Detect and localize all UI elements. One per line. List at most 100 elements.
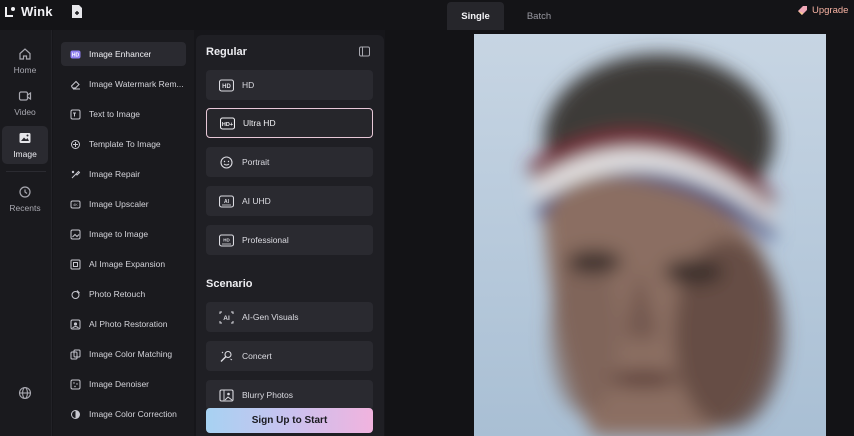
option-ai-uhd[interactable]: AI AI UHD [206, 186, 373, 216]
tool-label: Image Repair [89, 169, 141, 179]
tool-image-color-matching[interactable]: Image Color Matching [61, 342, 186, 366]
nav-item-recents[interactable]: Recents [2, 180, 48, 218]
expand-icon [70, 259, 81, 269]
concert-icon [220, 350, 233, 362]
option-ai-gen-visuals[interactable]: AI AI-Gen Visuals [206, 302, 373, 332]
tab-single[interactable]: Single [447, 2, 504, 30]
color-match-icon [70, 349, 81, 359]
upgrade-button[interactable]: Upgrade [797, 5, 848, 16]
tool-label: Image Color Correction [89, 409, 177, 419]
svg-text:HD: HD [72, 52, 80, 58]
template-icon [71, 139, 80, 149]
nav-rail: Home Video Image Recents [0, 30, 52, 436]
ai-badge-icon: AI [219, 194, 234, 208]
section-title-regular: Regular [206, 46, 247, 58]
collapse-panel-icon[interactable] [359, 46, 370, 57]
tool-image-to-image[interactable]: Image to Image [61, 222, 186, 246]
preview-image[interactable] [474, 34, 826, 436]
app-name: Wink [21, 4, 53, 19]
file-icon[interactable] [70, 4, 84, 20]
nav-item-image[interactable]: Image [2, 126, 48, 164]
tool-ai-photo-restoration[interactable]: AI Photo Restoration [61, 312, 186, 336]
nav-label-video: Video [14, 107, 36, 117]
option-label: AI-Gen Visuals [242, 312, 299, 322]
upgrade-label: Upgrade [812, 5, 849, 16]
nav-label-recents: Recents [9, 203, 41, 213]
upscale-icon: 4K [70, 200, 81, 208]
section-title-scenario: Scenario [206, 278, 253, 290]
text-image-icon [70, 109, 81, 119]
option-label: Ultra HD [243, 118, 276, 128]
tool-image-repair[interactable]: Image Repair [61, 162, 186, 186]
color-correct-icon [71, 409, 80, 419]
pro-badge-icon: HD [219, 233, 234, 247]
ai-visuals-icon: AI [219, 311, 234, 323]
tab-batch[interactable]: Batch [504, 2, 574, 30]
repair-icon [71, 170, 81, 178]
option-label: Concert [242, 351, 272, 361]
hd-plus-icon: HD+ [220, 116, 235, 130]
top-bar: Wink Single Batch Upgrade [0, 0, 854, 30]
tool-label: Image Watermark Rem... [89, 79, 184, 89]
nav-label-image: Image [13, 149, 37, 159]
tool-label: Image Denoiser [89, 379, 150, 389]
nav-item-video[interactable]: Video [2, 84, 48, 122]
tool-label: Photo Retouch [89, 289, 146, 299]
tool-label: Template To Image [89, 139, 161, 149]
nav-item-home[interactable]: Home [2, 42, 48, 80]
tool-photo-retouch[interactable]: Photo Retouch [61, 282, 186, 306]
video-icon [18, 91, 32, 101]
blurry-photo-icon [219, 388, 234, 402]
mode-tabs: Single Batch [447, 2, 574, 30]
tool-label: Image Enhancer [89, 49, 152, 59]
tool-image-upscaler[interactable]: 4K Image Upscaler [61, 192, 186, 216]
retouch-icon [71, 289, 80, 299]
svg-text:HD: HD [223, 237, 230, 242]
option-portrait[interactable]: Portrait [206, 147, 373, 177]
upgrade-gem-icon [798, 6, 807, 15]
globe-icon[interactable] [18, 386, 32, 400]
tool-label: Image to Image [89, 229, 149, 239]
brand[interactable]: Wink [4, 4, 53, 19]
denoise-icon [70, 379, 81, 389]
option-ultra-hd[interactable]: HD+ Ultra HD [206, 108, 373, 138]
tool-watermark-remover[interactable]: Image Watermark Rem... [61, 72, 186, 96]
tool-list: HD Image Enhancer Image Watermark Rem...… [53, 30, 194, 436]
option-label: Professional [242, 235, 289, 245]
image-to-image-icon [70, 229, 81, 239]
eraser-icon [70, 80, 80, 89]
preview-photo [474, 34, 826, 436]
image-icon [19, 133, 31, 143]
tool-label: Text to Image [89, 109, 141, 119]
tool-text-to-image[interactable]: Text to Image [61, 102, 186, 126]
svg-text:AI: AI [224, 199, 230, 205]
svg-text:AI: AI [223, 315, 230, 322]
option-blurry-photos[interactable]: Blurry Photos [206, 380, 373, 410]
hd-badge-icon: HD [219, 78, 234, 92]
tool-label: Image Upscaler [89, 199, 149, 209]
hd-icon: HD [70, 50, 81, 58]
option-label: HD [242, 80, 255, 90]
sign-up-button[interactable]: Sign Up to Start [206, 408, 373, 433]
svg-text:4K: 4K [73, 203, 78, 207]
option-professional[interactable]: HD Professional [206, 225, 373, 255]
option-concert[interactable]: Concert [206, 341, 373, 371]
nav-divider [6, 171, 46, 172]
home-icon [19, 48, 31, 60]
wink-logo-icon [5, 7, 15, 17]
options-panel: Regular HD HD HD+ Ultra HD Portrait AI A… [196, 35, 384, 436]
smile-icon [220, 155, 233, 169]
tool-ai-image-expansion[interactable]: AI Image Expansion [61, 252, 186, 276]
tool-label: AI Image Expansion [89, 259, 166, 269]
tool-image-color-correction[interactable]: Image Color Correction [61, 402, 186, 426]
svg-text:HD+: HD+ [222, 122, 233, 128]
option-label: Portrait [242, 157, 270, 167]
restore-icon [70, 319, 81, 329]
tool-label: Image Color Matching [89, 349, 173, 359]
option-hd[interactable]: HD HD [206, 70, 373, 100]
svg-text:HD: HD [222, 84, 231, 90]
tool-image-enhancer[interactable]: HD Image Enhancer [61, 42, 186, 66]
tool-template-to-image[interactable]: Template To Image [61, 132, 186, 156]
tool-image-denoiser[interactable]: Image Denoiser [61, 372, 186, 396]
nav-label-home: Home [13, 65, 37, 75]
